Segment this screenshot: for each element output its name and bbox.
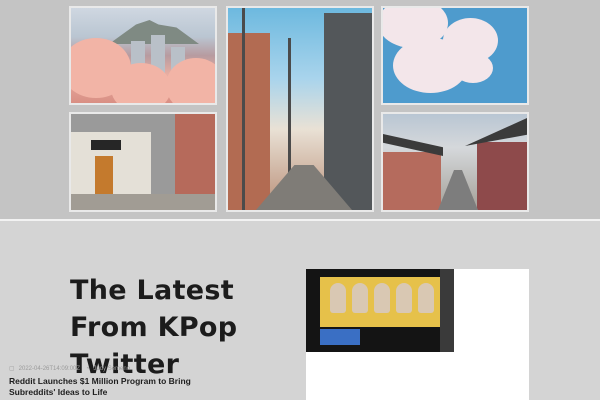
news-card-headline[interactable]: Reddit Launches $1 Million Program to Br… xyxy=(9,376,209,398)
blossom-cluster xyxy=(111,63,171,103)
blossom-cluster xyxy=(453,53,493,83)
building-facade xyxy=(440,269,454,352)
gallery-photo-hanok-alley[interactable] xyxy=(381,112,529,212)
gallery-photo-street-utility-poles[interactable] xyxy=(226,6,374,212)
hanok-wall-left xyxy=(383,152,441,210)
utility-pole xyxy=(242,8,245,210)
sidewalk xyxy=(71,194,215,210)
photo-gallery xyxy=(0,0,600,219)
news-card-author[interactable]: Judy Semeno xyxy=(93,366,130,372)
gallery-photo-cherry-blossom-sky[interactable] xyxy=(381,6,529,105)
billboard-figure xyxy=(396,283,412,313)
section-divider xyxy=(0,219,600,221)
store-door xyxy=(95,156,113,198)
billboard-figure xyxy=(374,283,390,313)
news-card[interactable] xyxy=(306,269,529,400)
billboard-figure xyxy=(352,283,368,313)
building-right xyxy=(324,13,372,210)
led-screen xyxy=(320,329,360,345)
calendar-icon: ▢ xyxy=(9,366,15,372)
news-card-date: 2022-04-26T14:09:00Z xyxy=(18,366,81,372)
gallery-photo-cherry-blossom-city[interactable] xyxy=(69,6,217,105)
billboard-figure xyxy=(330,283,346,313)
alley-path xyxy=(438,170,478,210)
billboard-figure xyxy=(418,283,434,313)
gallery-photo-storefront[interactable] xyxy=(69,112,217,212)
building-left xyxy=(228,33,270,210)
hanok-wall-right xyxy=(477,142,527,210)
user-icon: ◔ xyxy=(85,366,90,372)
news-card-image[interactable] xyxy=(306,269,454,352)
store-sign xyxy=(91,140,121,150)
utility-pole xyxy=(288,38,291,188)
news-card-meta: ▢ 2022-04-26T14:09:00Z ◔ Judy Semeno xyxy=(9,365,134,372)
